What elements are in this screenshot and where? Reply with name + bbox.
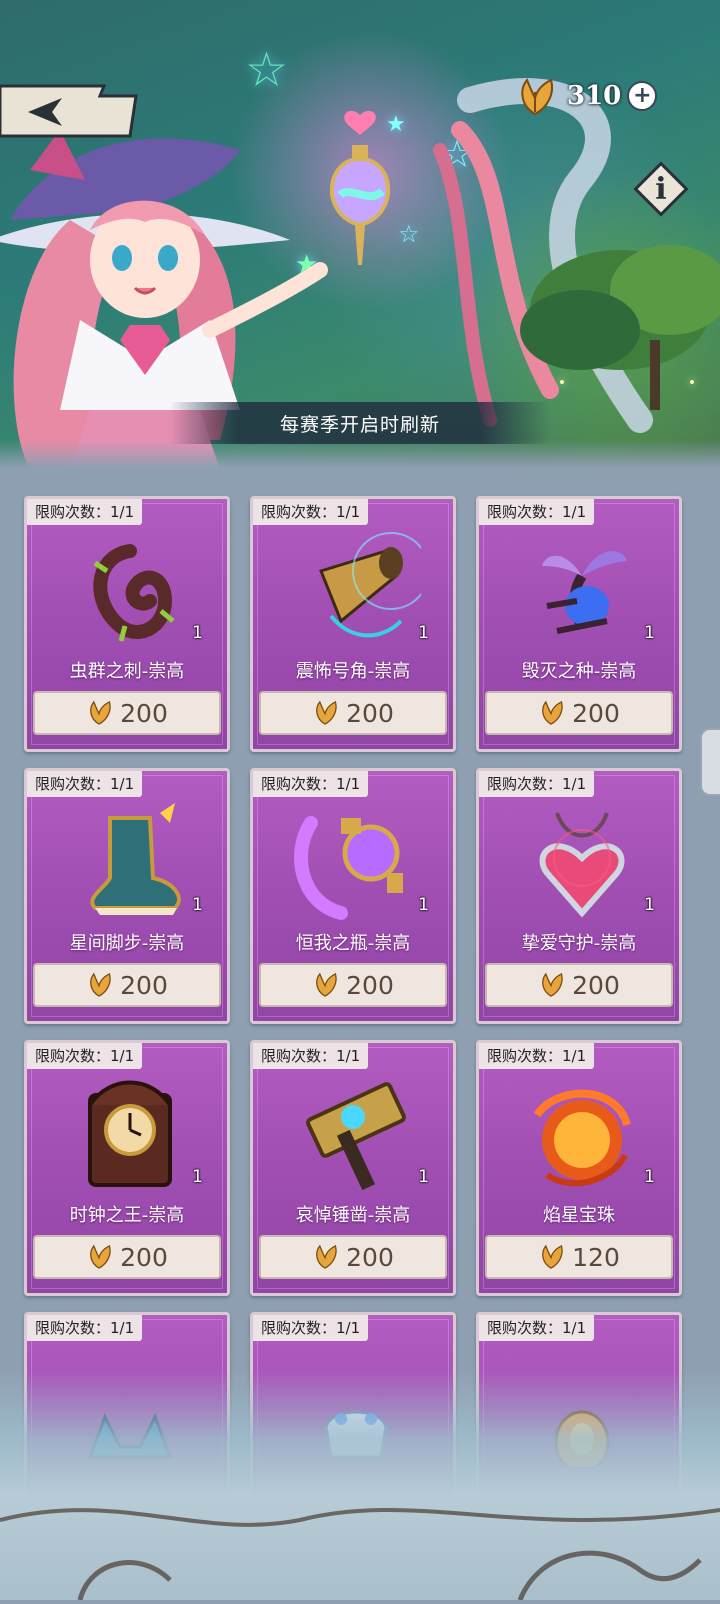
boot-icon	[90, 803, 181, 915]
purchase-limit: 限购次数：1/1	[253, 1315, 369, 1341]
item-name: 星间脚步-崇高	[69, 933, 185, 954]
clock-icon	[88, 1080, 172, 1187]
price-button[interactable]: 200	[485, 963, 673, 1007]
purchase-limit: 限购次数：1/1	[27, 499, 143, 525]
item-price: 200	[346, 970, 394, 1000]
golden-leaf-icon	[316, 1244, 337, 1269]
item-price: 120	[572, 1242, 620, 1272]
shop-item-card[interactable]: 限购次数：1/1 1 星间脚步-崇高 200	[24, 768, 230, 1024]
hammer-icon	[306, 1082, 406, 1191]
star-icon: ☆	[245, 42, 289, 98]
thorn-icon	[93, 544, 175, 642]
price-button[interactable]: 200	[259, 963, 447, 1007]
shop-item-card[interactable]: 限购次数：1/1 1 虫群之刺-崇高 200	[24, 496, 230, 752]
heart-potion-icon	[329, 110, 391, 265]
purchase-limit: 限购次数：1/1	[27, 1043, 143, 1069]
item-quantity: 1	[644, 623, 655, 643]
purchase-limit: 限购次数：1/1	[479, 771, 595, 797]
golden-leaf-icon	[542, 700, 563, 725]
price-button[interactable]: 200	[33, 691, 221, 735]
back-arrow-icon	[0, 84, 138, 138]
purchase-limit: 限购次数：1/1	[253, 499, 369, 525]
currency-display: 310 +	[515, 76, 658, 116]
purchase-limit: 限购次数：1/1	[253, 771, 369, 797]
purchase-limit: 限购次数：1/1	[479, 499, 595, 525]
refresh-note-text: 每赛季开启时刷新	[279, 413, 440, 436]
seed-icon	[542, 551, 627, 634]
price-button[interactable]: 200	[33, 1235, 221, 1279]
heart-amulet-icon	[539, 812, 625, 918]
shop-item-card[interactable]: 限购次数：1/1 1 震怖号角-崇高 200	[250, 496, 456, 752]
price-button[interactable]: 200	[259, 1235, 447, 1279]
item-name: 毁灭之种-崇高	[521, 661, 637, 682]
item-name: 挚爱守护-崇高	[521, 933, 637, 954]
item-price: 200	[120, 1242, 168, 1272]
item-quantity: 1	[192, 623, 203, 643]
bottom-frame-decoration	[0, 1370, 720, 1601]
bottle-icon	[294, 816, 403, 920]
item-quantity: 1	[418, 1167, 429, 1187]
item-price: 200	[120, 698, 168, 728]
item-quantity: 1	[418, 623, 429, 643]
forest-background	[520, 245, 720, 410]
item-quantity: 1	[192, 895, 203, 915]
golden-leaf-icon	[90, 972, 111, 997]
golden-leaf-icon	[542, 972, 563, 997]
item-price: 200	[346, 1242, 394, 1272]
shop-item-card[interactable]: 限购次数：1/1 1 挚爱守护-崇高 200	[476, 768, 682, 1024]
item-quantity: 1	[644, 1167, 655, 1187]
add-currency-button[interactable]: +	[627, 81, 658, 111]
item-price: 200	[572, 970, 620, 1000]
golden-leaf-icon	[316, 700, 337, 725]
fire-orb-icon	[533, 1089, 631, 1187]
golden-leaf-icon	[542, 1244, 563, 1269]
horn-icon	[319, 532, 421, 638]
shop-item-card[interactable]: 限购次数：1/1 1 哀悼锤凿-崇高 200	[250, 1040, 456, 1296]
side-tab-handle[interactable]	[700, 728, 720, 796]
item-price: 200	[120, 970, 168, 1000]
golden-leaf-icon	[316, 972, 337, 997]
purchase-limit: 限购次数：1/1	[27, 771, 143, 797]
item-name: 哀悼锤凿-崇高	[295, 1205, 411, 1226]
shop-item-card[interactable]: 限购次数：1/1 1 恒我之瓶-崇高 200	[250, 768, 456, 1024]
info-button[interactable]: i	[632, 160, 690, 218]
purchase-limit: 限购次数：1/1	[27, 1315, 143, 1341]
price-button[interactable]: 120	[485, 1235, 673, 1279]
item-price: 200	[346, 698, 394, 728]
item-name: 虫群之刺-崇高	[69, 661, 185, 682]
item-name: 震怖号角-崇高	[295, 661, 411, 682]
refresh-note: 每赛季开启时刷新	[170, 402, 550, 444]
hero-banner: ☆ ☆ ☆ ★ ★	[0, 0, 720, 470]
purchase-limit: 限购次数：1/1	[479, 1043, 595, 1069]
banner-fade	[0, 440, 720, 480]
item-quantity: 1	[644, 895, 655, 915]
golden-leaf-icon	[521, 78, 553, 116]
golden-leaf-icon	[90, 700, 111, 725]
price-button[interactable]: 200	[259, 691, 447, 735]
item-price: 200	[572, 698, 620, 728]
item-name: 时钟之王-崇高	[69, 1205, 185, 1226]
golden-leaf-icon	[90, 1244, 111, 1269]
back-button[interactable]	[0, 82, 140, 140]
currency-amount: 310	[567, 81, 622, 111]
shop-item-card[interactable]: 限购次数：1/1 1 焰星宝珠 120	[476, 1040, 682, 1296]
shop-item-card[interactable]: 限购次数：1/1 1 时钟之王-崇高 200	[24, 1040, 230, 1296]
price-button[interactable]: 200	[485, 691, 673, 735]
item-name: 焰星宝珠	[543, 1205, 615, 1226]
vine-decoration	[0, 1508, 720, 1601]
item-quantity: 1	[418, 895, 429, 915]
item-quantity: 1	[192, 1167, 203, 1187]
price-button[interactable]: 200	[33, 963, 221, 1007]
info-label: i	[655, 171, 667, 207]
item-name: 恒我之瓶-崇高	[295, 933, 411, 954]
purchase-limit: 限购次数：1/1	[479, 1315, 595, 1341]
purchase-limit: 限购次数：1/1	[253, 1043, 369, 1069]
shop-item-card[interactable]: 限购次数：1/1 1 毁灭之种-崇高 200	[476, 496, 682, 752]
